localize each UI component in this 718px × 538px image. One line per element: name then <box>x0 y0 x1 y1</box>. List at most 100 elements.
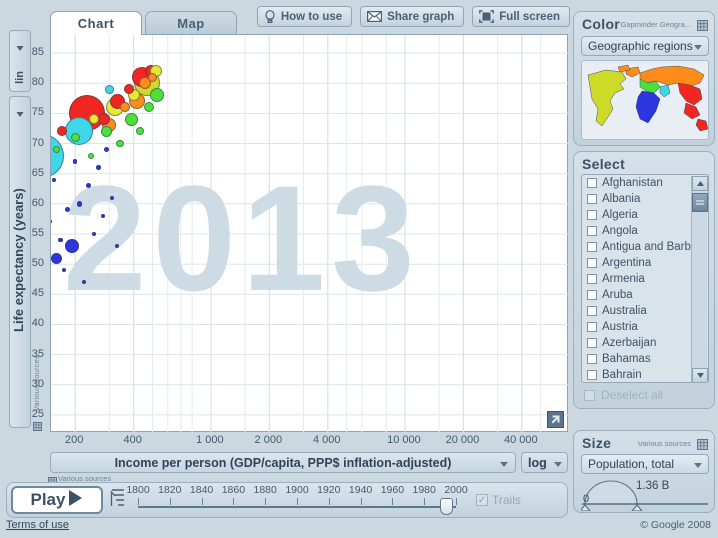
country-list[interactable]: Afghanistan AlbaniaAlgeriaAngolaAntigua a… <box>581 174 709 383</box>
x-tick-label: 4 000 <box>313 434 341 446</box>
country-checkbox[interactable] <box>587 242 597 252</box>
bubble[interactable] <box>53 146 60 153</box>
chart-canvas[interactable]: 2013 <box>50 34 568 432</box>
view-tabs: Chart Map <box>50 11 237 35</box>
timeline-thumb[interactable] <box>440 498 453 515</box>
color-dimension-dropdown[interactable]: Geographic regions <box>581 36 709 56</box>
timeline-tick <box>233 498 234 505</box>
country-label: Afghanistan <box>602 177 663 189</box>
lightbulb-icon <box>264 10 276 24</box>
bubble[interactable] <box>144 102 154 112</box>
scroll-up-icon[interactable] <box>692 176 708 191</box>
bubble[interactable] <box>120 102 130 112</box>
tab-chart[interactable]: Chart <box>50 11 142 35</box>
chart-resize-handle[interactable] <box>547 411 564 428</box>
country-list-item[interactable]: Albania <box>582 191 708 207</box>
color-panel-source: Gapminder Geogra... <box>621 20 691 29</box>
country-checkbox[interactable] <box>587 306 597 316</box>
size-source-icon[interactable] <box>697 437 708 455</box>
deselect-all-checkbox[interactable] <box>584 390 595 401</box>
country-list-item[interactable]: Aruba <box>582 287 708 303</box>
bubble[interactable] <box>125 113 138 126</box>
y-tick-label: 75 <box>32 106 44 118</box>
country-list-item[interactable]: Bahrain <box>582 367 708 383</box>
country-checkbox[interactable] <box>587 178 597 188</box>
country-list-item[interactable]: Algeria <box>582 207 708 223</box>
how-to-use-button[interactable]: How to use <box>257 6 352 27</box>
country-checkbox[interactable] <box>587 258 597 268</box>
country-list-item[interactable]: Armenia <box>582 271 708 287</box>
tab-map-label: Map <box>177 16 205 31</box>
country-list-scrollbar[interactable] <box>691 176 707 383</box>
timeline-year-label: 1880 <box>254 484 277 496</box>
country-checkbox[interactable] <box>587 194 597 204</box>
year-timeline-slider[interactable]: 1800182018401860188019001920194019601980… <box>132 484 462 516</box>
country-checkbox[interactable] <box>587 274 597 284</box>
scroll-down-icon[interactable] <box>692 368 708 383</box>
trails-checkbox[interactable]: ✓ <box>476 494 488 506</box>
x-scale-selector[interactable]: log <box>521 452 568 473</box>
timeline-year-label: 1900 <box>285 484 308 496</box>
bubble[interactable] <box>58 238 62 242</box>
country-list-item[interactable]: Antigua and Barb... <box>582 239 708 255</box>
bubble[interactable] <box>51 253 62 264</box>
bubble[interactable] <box>136 127 144 135</box>
bubble[interactable] <box>150 88 164 102</box>
y-tick-label: 85 <box>32 46 44 58</box>
x-axis-selector[interactable]: Income per person (GDP/capita, PPP$ infl… <box>50 452 516 473</box>
timeline-track <box>138 506 456 508</box>
deselect-all-toggle[interactable]: Deselect all <box>584 388 663 402</box>
bubble[interactable] <box>51 219 52 224</box>
y-tick-label: 40 <box>32 317 44 329</box>
play-button[interactable]: Play <box>11 486 103 514</box>
full-screen-button[interactable]: Full screen <box>472 6 570 27</box>
bubble[interactable] <box>101 214 105 218</box>
country-checkbox[interactable] <box>587 290 597 300</box>
playback-speed-button[interactable] <box>110 487 126 514</box>
tab-map[interactable]: Map <box>145 11 237 35</box>
country-list-item[interactable]: Afghanistan <box>582 175 708 191</box>
timeline-tick <box>456 498 457 505</box>
bubble[interactable] <box>88 153 94 159</box>
bubble[interactable] <box>77 201 83 207</box>
color-panel-title: Color <box>582 16 620 32</box>
trails-toggle[interactable]: ✓ Trails <box>476 493 521 507</box>
country-list-item[interactable]: Bahamas <box>582 351 708 367</box>
timeline-tick <box>138 498 139 505</box>
x-axis-tick-labels: 2004001 0002 0004 00010 00020 00040 000 <box>50 434 568 448</box>
world-region-map[interactable] <box>581 60 709 140</box>
bubble[interactable] <box>104 147 109 152</box>
bubble[interactable] <box>105 85 114 94</box>
country-checkbox[interactable] <box>587 354 597 364</box>
bubble[interactable] <box>116 140 124 148</box>
country-list-item[interactable]: Australia <box>582 303 708 319</box>
timeline-tick <box>424 498 425 505</box>
envelope-icon <box>367 11 382 22</box>
bubble[interactable] <box>52 178 56 182</box>
timeline-tick <box>297 498 298 505</box>
bubble[interactable] <box>71 133 80 142</box>
country-checkbox[interactable] <box>587 338 597 348</box>
country-checkbox[interactable] <box>587 322 597 332</box>
size-panel-title: Size <box>582 435 611 451</box>
bubble[interactable] <box>101 126 112 137</box>
bubble[interactable] <box>96 165 101 170</box>
y-tick-label: 50 <box>32 257 44 269</box>
country-checkbox[interactable] <box>587 226 597 236</box>
country-list-item[interactable]: Angola <box>582 223 708 239</box>
bubble[interactable] <box>148 73 157 82</box>
color-source-icon[interactable] <box>697 18 708 36</box>
country-checkbox[interactable] <box>587 370 597 380</box>
y-axis-tick-labels: 85807570656055504540353025 <box>22 34 48 432</box>
scrollbar-thumb[interactable] <box>692 193 708 212</box>
color-panel: Color Gapminder Geogra... Geographic reg… <box>573 11 715 146</box>
country-list-item[interactable]: Azerbaijan <box>582 335 708 351</box>
bubble[interactable] <box>98 113 110 125</box>
size-dimension-dropdown[interactable]: Population, total <box>581 454 709 474</box>
timeline-year-label: 1820 <box>158 484 181 496</box>
country-checkbox[interactable] <box>587 210 597 220</box>
country-list-item[interactable]: Argentina <box>582 255 708 271</box>
share-graph-button[interactable]: Share graph <box>360 6 464 27</box>
country-list-item[interactable]: Austria <box>582 319 708 335</box>
terms-of-use-link[interactable]: Terms of use <box>6 519 69 531</box>
